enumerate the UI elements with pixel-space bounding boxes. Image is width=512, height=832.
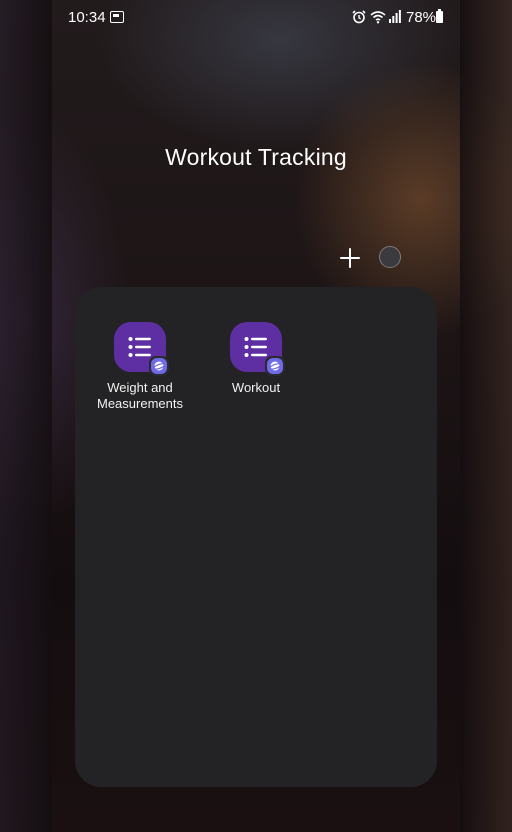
list-icon [128,337,151,357]
wifi-icon [370,11,386,24]
app-icon [114,322,169,376]
left-home-page-edge [0,0,52,832]
battery-icon [436,9,443,23]
app-icon [230,322,285,376]
app-weight-and-measurements[interactable]: Weight and Measurements [92,322,188,412]
folder-color-button[interactable] [379,246,401,268]
folder-panel: Weight and Measurements Workout [75,287,437,787]
app-workout[interactable]: Workout [208,322,304,396]
browser-badge-icon [149,356,169,376]
browser-badge-icon [265,356,285,376]
notification-icon [110,11,124,23]
signal-icon [389,10,401,23]
folder-title[interactable]: Workout Tracking [0,144,512,171]
battery-percent: 78% [406,9,437,26]
list-icon [244,337,267,357]
status-time: 10:34 [68,9,106,26]
app-label: Weight and Measurements [97,380,183,411]
app-label: Workout [231,380,281,395]
add-apps-button[interactable] [336,244,364,272]
alarm-icon [352,10,366,24]
right-home-page-edge [460,0,512,832]
status-bar: 10:34 78% [0,0,512,34]
